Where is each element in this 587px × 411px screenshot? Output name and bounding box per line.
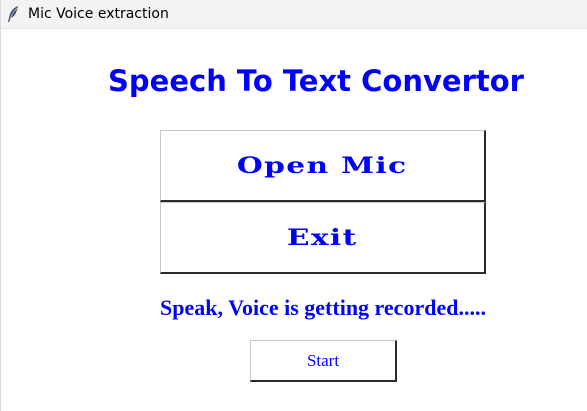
open-mic-button[interactable]: Open Mic: [160, 130, 486, 202]
app-window: Mic Voice extraction Speech To Text Conv…: [0, 0, 587, 411]
exit-label: Exit: [287, 224, 358, 251]
window-title: Mic Voice extraction: [28, 6, 169, 22]
title-bar[interactable]: Mic Voice extraction: [1, 0, 587, 29]
feather-icon: [6, 5, 20, 23]
open-mic-label: Open Mic: [237, 152, 408, 179]
start-label: Start: [306, 350, 340, 370]
start-button[interactable]: Start: [250, 340, 397, 382]
exit-button[interactable]: Exit: [160, 202, 486, 274]
app-heading: Speech To Text Convertor: [108, 64, 524, 98]
status-message: Speak, Voice is getting recorded.....: [160, 295, 486, 320]
